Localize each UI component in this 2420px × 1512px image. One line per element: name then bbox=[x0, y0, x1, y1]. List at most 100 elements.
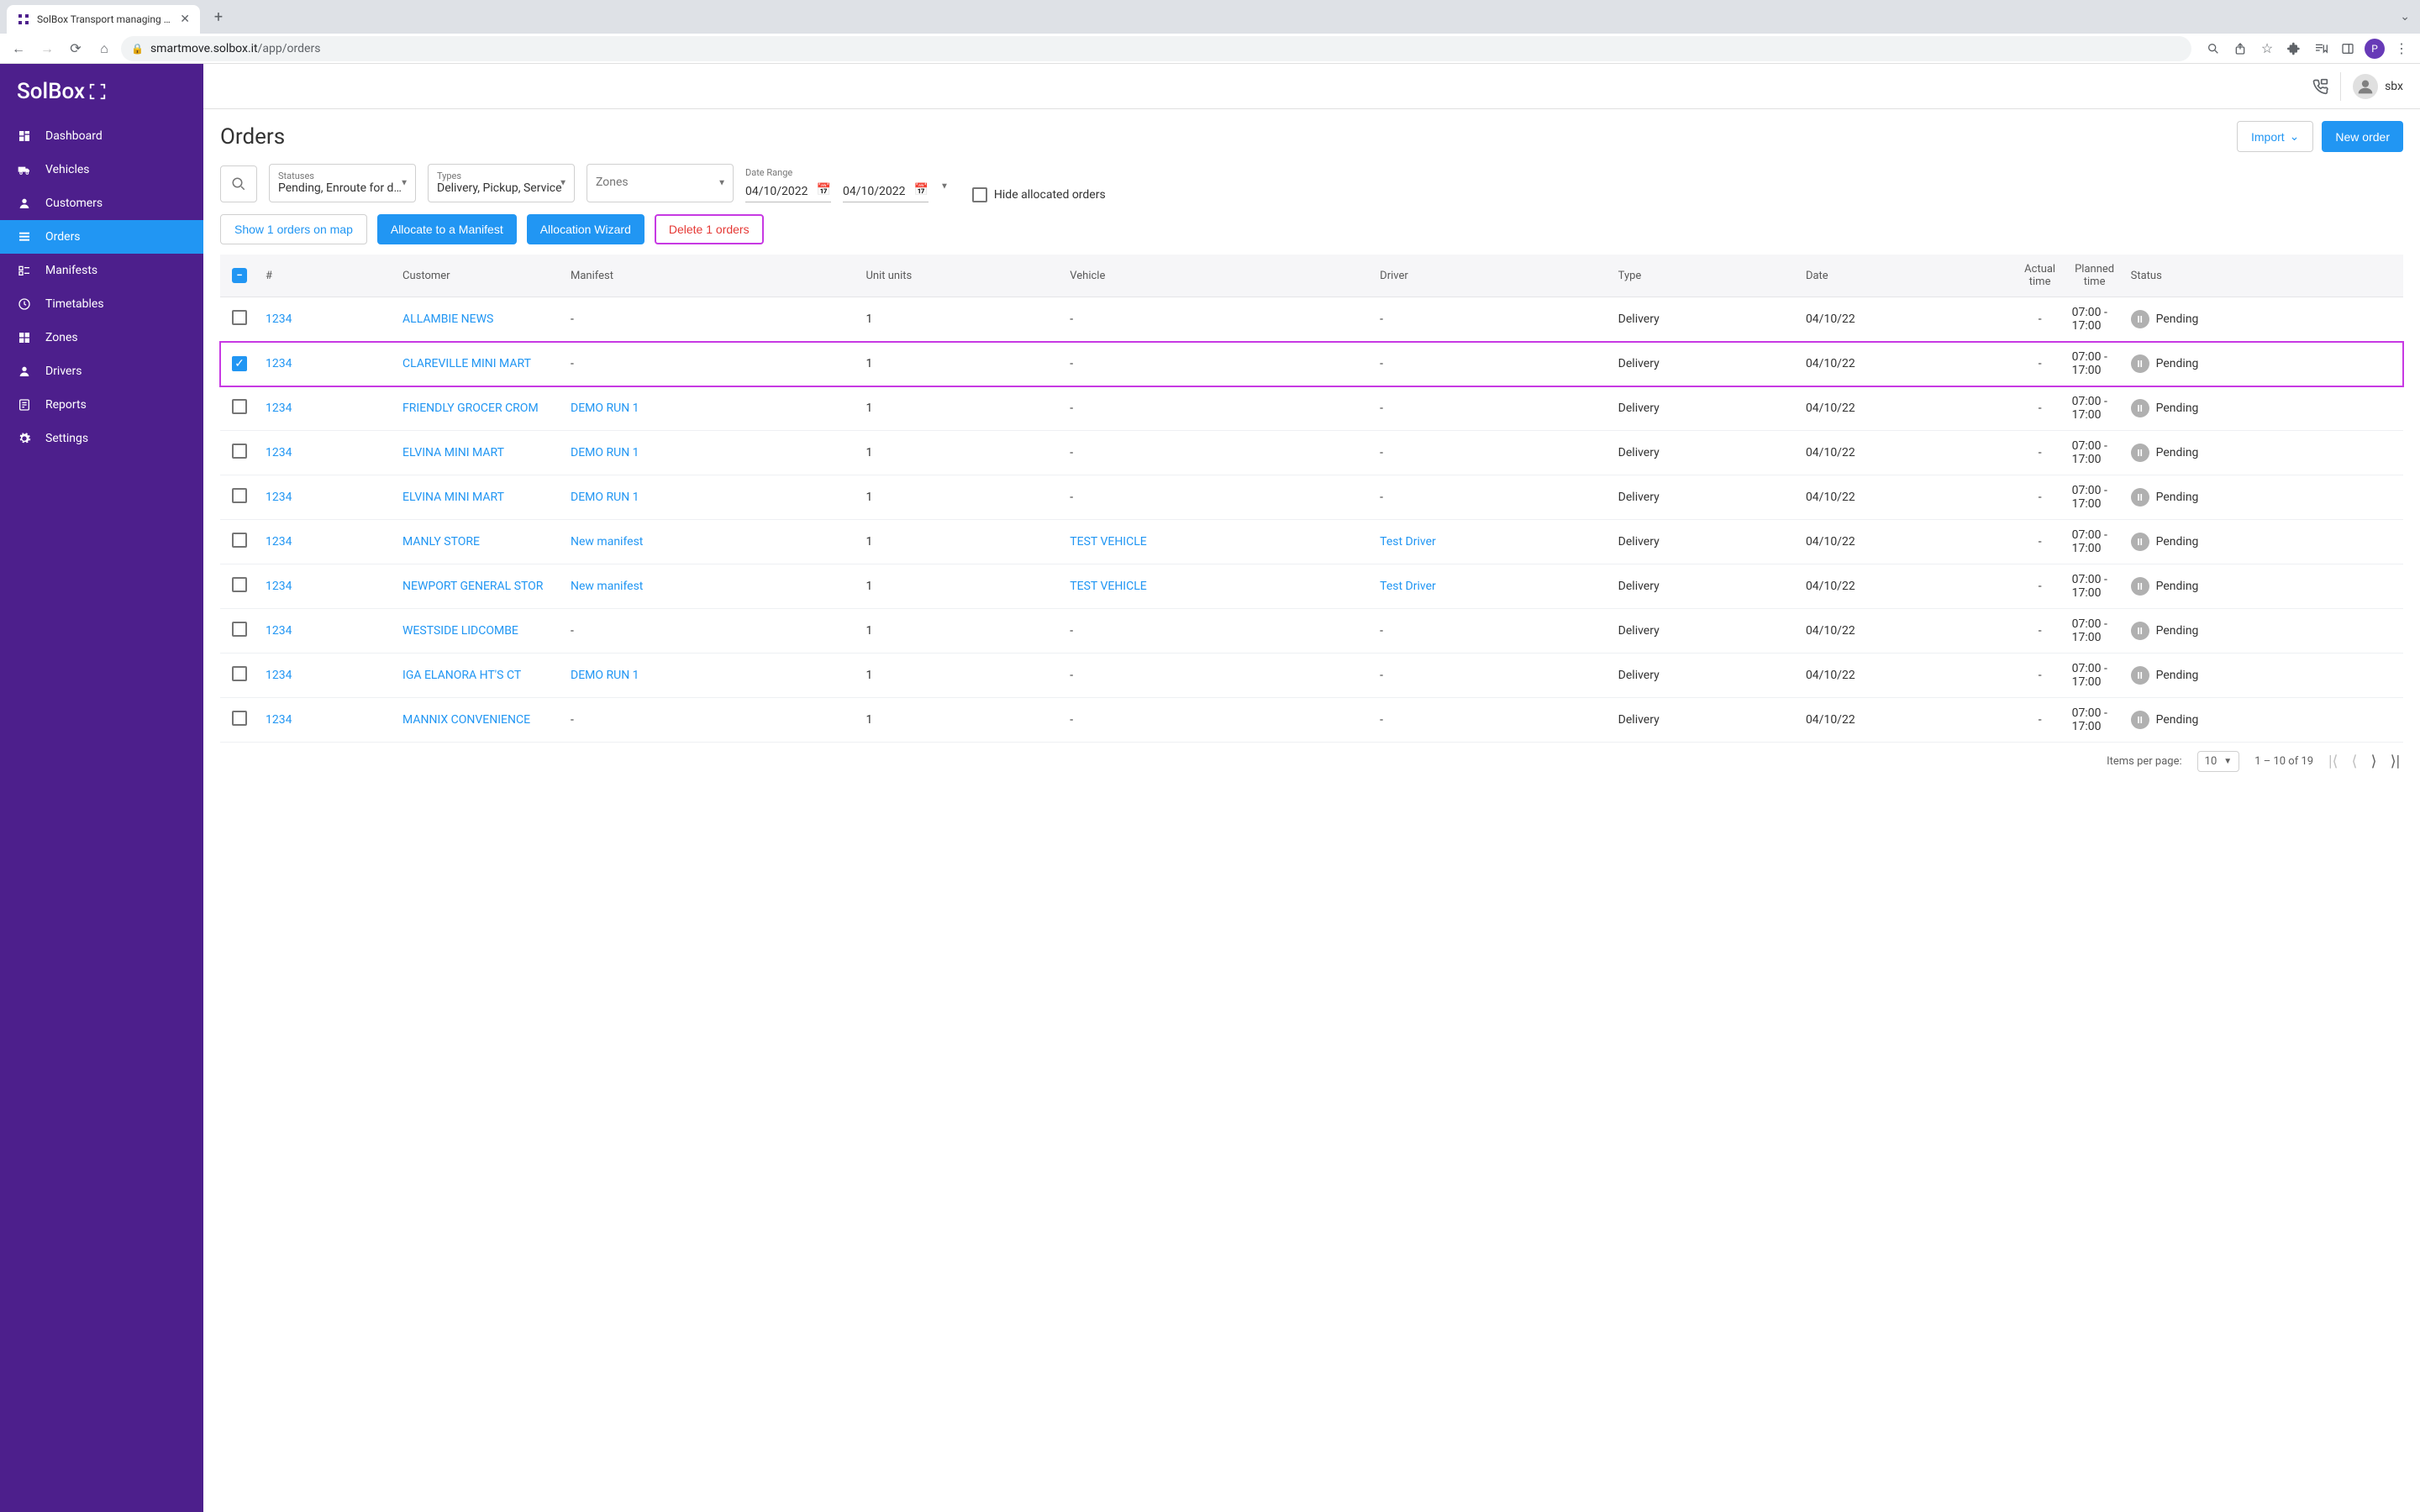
sidebar-item-settings[interactable]: Settings bbox=[0, 422, 203, 455]
sidebar-item-dashboard[interactable]: Dashboard bbox=[0, 119, 203, 153]
address-bar[interactable]: 🔒 smartmove.solbox.it/app/orders bbox=[121, 36, 2191, 61]
row-checkbox[interactable] bbox=[232, 310, 247, 325]
row-checkbox[interactable] bbox=[232, 444, 247, 459]
row-checkbox[interactable] bbox=[232, 666, 247, 681]
col-driver[interactable]: Driver bbox=[1373, 255, 1612, 297]
nav-home-button[interactable]: ⌂ bbox=[92, 37, 116, 60]
customer-link[interactable]: MANNIX CONVENIENCE bbox=[402, 713, 530, 727]
customer-link[interactable]: CLAREVILLE MINI MART bbox=[402, 357, 531, 370]
order-number-link[interactable]: 1234 bbox=[266, 713, 292, 727]
row-checkbox[interactable]: ✓ bbox=[232, 356, 247, 371]
sidebar-item-drivers[interactable]: Drivers bbox=[0, 354, 203, 388]
allocate-manifest-button[interactable]: Allocate to a Manifest bbox=[377, 214, 517, 244]
customer-link[interactable]: IGA ELANORA HT'S CT bbox=[402, 669, 521, 682]
col-actual[interactable]: Actual time bbox=[2015, 255, 2065, 297]
customer-link[interactable]: WESTSIDE LIDCOMBE bbox=[402, 624, 518, 638]
order-number-link[interactable]: 1234 bbox=[266, 580, 292, 593]
sidebar-item-vehicles[interactable]: Vehicles bbox=[0, 153, 203, 186]
table-row[interactable]: 1234IGA ELANORA HT'S CTDEMO RUN 11--Deli… bbox=[220, 654, 2403, 698]
items-per-page-select[interactable]: 10 ▼ bbox=[2197, 751, 2240, 772]
row-checkbox[interactable] bbox=[232, 622, 247, 637]
reading-list-icon[interactable] bbox=[2309, 37, 2333, 60]
table-row[interactable]: 1234ALLAMBIE NEWS-1--Delivery04/10/22-07… bbox=[220, 297, 2403, 342]
table-row[interactable]: 1234ELVINA MINI MARTDEMO RUN 11--Deliver… bbox=[220, 431, 2403, 475]
sidepanel-icon[interactable] bbox=[2336, 37, 2360, 60]
profile-avatar[interactable]: P bbox=[2363, 37, 2386, 60]
hide-allocated-toggle[interactable]: Hide allocated orders bbox=[972, 187, 1106, 202]
new-tab-button[interactable]: + bbox=[207, 5, 230, 29]
share-icon[interactable] bbox=[2228, 37, 2252, 60]
row-checkbox[interactable] bbox=[232, 711, 247, 726]
order-number-link[interactable]: 1234 bbox=[266, 491, 292, 504]
order-number-link[interactable]: 1234 bbox=[266, 446, 292, 459]
zones-filter[interactable]: Zones ▼ bbox=[587, 164, 734, 202]
table-row[interactable]: 1234WESTSIDE LIDCOMBE-1--Delivery04/10/2… bbox=[220, 609, 2403, 654]
header-checkbox[interactable]: − bbox=[232, 268, 247, 283]
table-row[interactable]: 1234ELVINA MINI MARTDEMO RUN 11--Deliver… bbox=[220, 475, 2403, 520]
app-logo[interactable]: SolBox bbox=[0, 64, 203, 119]
table-row[interactable]: ✓1234CLAREVILLE MINI MART-1--Delivery04/… bbox=[220, 342, 2403, 386]
order-number-link[interactable]: 1234 bbox=[266, 535, 292, 549]
sidebar-item-customers[interactable]: Customers bbox=[0, 186, 203, 220]
types-filter[interactable]: Types Delivery, Pickup, Service ▼ bbox=[428, 164, 575, 202]
browser-tab[interactable]: SolBox Transport managing pl… ✕ bbox=[7, 5, 200, 34]
date-to-input[interactable]: 04/10/2022 📅 bbox=[843, 180, 929, 202]
customer-link[interactable]: ELVINA MINI MART bbox=[402, 446, 504, 459]
col-manifest[interactable]: Manifest bbox=[564, 255, 859, 297]
tabs-dropdown-icon[interactable]: ⌄ bbox=[2400, 10, 2410, 24]
customer-link[interactable]: MANLY STORE bbox=[402, 535, 480, 549]
allocation-wizard-button[interactable]: Allocation Wizard bbox=[527, 214, 644, 244]
page-last-button[interactable]: ⟩| bbox=[2391, 753, 2400, 770]
table-row[interactable]: 1234NEWPORT GENERAL STORNew manifest1TES… bbox=[220, 564, 2403, 609]
order-number-link[interactable]: 1234 bbox=[266, 312, 292, 326]
show-on-map-button[interactable]: Show 1 orders on map bbox=[220, 214, 367, 244]
zoom-icon[interactable] bbox=[2202, 37, 2225, 60]
col-date[interactable]: Date bbox=[1799, 255, 2015, 297]
search-button[interactable] bbox=[220, 165, 257, 202]
order-number-link[interactable]: 1234 bbox=[266, 624, 292, 638]
table-row[interactable]: 1234FRIENDLY GROCER CROMDEMO RUN 11--Del… bbox=[220, 386, 2403, 431]
col-status[interactable]: Status bbox=[2124, 255, 2403, 297]
col-planned[interactable]: Planned time bbox=[2065, 255, 2124, 297]
sidebar-item-manifests[interactable]: Manifests bbox=[0, 254, 203, 287]
sidebar-item-orders[interactable]: Orders bbox=[0, 220, 203, 254]
customer-link[interactable]: ALLAMBIE NEWS bbox=[402, 312, 493, 326]
col-number[interactable]: # bbox=[259, 255, 396, 297]
order-number-link[interactable]: 1234 bbox=[266, 357, 292, 370]
row-checkbox[interactable] bbox=[232, 577, 247, 592]
row-checkbox[interactable] bbox=[232, 533, 247, 548]
col-type[interactable]: Type bbox=[1612, 255, 1799, 297]
caret-down-icon[interactable]: ▼ bbox=[940, 182, 949, 192]
import-button[interactable]: Import ⌄ bbox=[2237, 121, 2313, 152]
nav-forward-button[interactable]: → bbox=[35, 37, 59, 60]
page-next-button[interactable]: ⟩ bbox=[2371, 753, 2377, 770]
sidebar-item-reports[interactable]: Reports bbox=[0, 388, 203, 422]
new-order-button[interactable]: New order bbox=[2322, 121, 2403, 152]
order-number-link[interactable]: 1234 bbox=[266, 669, 292, 682]
delete-orders-button[interactable]: Delete 1 orders bbox=[655, 214, 764, 244]
row-checkbox[interactable] bbox=[232, 488, 247, 503]
col-vehicle[interactable]: Vehicle bbox=[1063, 255, 1373, 297]
sidebar-item-zones[interactable]: Zones bbox=[0, 321, 203, 354]
nav-back-button[interactable]: ← bbox=[7, 37, 30, 60]
phone-icon[interactable] bbox=[2312, 72, 2341, 101]
col-customer[interactable]: Customer bbox=[396, 255, 564, 297]
table-row[interactable]: 1234MANNIX CONVENIENCE-1--Delivery04/10/… bbox=[220, 698, 2403, 743]
row-checkbox[interactable] bbox=[232, 399, 247, 414]
page-prev-button[interactable]: ⟨ bbox=[2352, 753, 2358, 770]
extensions-icon[interactable] bbox=[2282, 37, 2306, 60]
customer-link[interactable]: ELVINA MINI MART bbox=[402, 491, 504, 504]
table-row[interactable]: 1234MANLY STORENew manifest1TEST VEHICLE… bbox=[220, 520, 2403, 564]
page-first-button[interactable]: |⟨ bbox=[2328, 753, 2338, 770]
statuses-filter[interactable]: Statuses Pending, Enroute for del… ▼ bbox=[269, 164, 416, 202]
order-number-link[interactable]: 1234 bbox=[266, 402, 292, 415]
user-menu[interactable]: sbx bbox=[2353, 74, 2403, 99]
col-units[interactable]: Unit units bbox=[859, 255, 1063, 297]
sidebar-item-timetables[interactable]: Timetables bbox=[0, 287, 203, 321]
bookmark-icon[interactable]: ☆ bbox=[2255, 37, 2279, 60]
browser-menu-icon[interactable]: ⋮ bbox=[2390, 37, 2413, 60]
tab-close-icon[interactable]: ✕ bbox=[180, 13, 190, 26]
customer-link[interactable]: FRIENDLY GROCER CROM bbox=[402, 402, 539, 415]
date-from-input[interactable]: 04/10/2022 📅 bbox=[745, 180, 831, 202]
customer-link[interactable]: NEWPORT GENERAL STOR bbox=[402, 580, 543, 593]
